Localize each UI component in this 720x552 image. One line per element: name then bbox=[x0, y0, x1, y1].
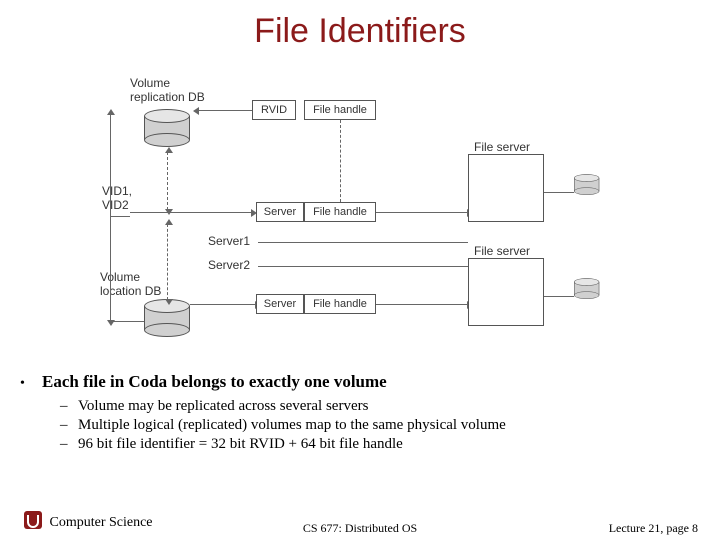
dashed-line bbox=[167, 152, 168, 210]
connector bbox=[198, 110, 252, 111]
bullet-list: Each file in Coda belongs to exactly one… bbox=[20, 372, 700, 455]
connector bbox=[130, 212, 252, 213]
umass-logo-icon bbox=[22, 509, 44, 536]
slide-footer: Computer Science CS 677: Distributed OS … bbox=[22, 509, 698, 536]
label-volume-rep-db: Volume replication DB bbox=[130, 76, 220, 105]
connector bbox=[544, 296, 574, 297]
label-server1: Server1 bbox=[208, 234, 250, 248]
bullet-sub: Volume may be replicated across several … bbox=[60, 398, 700, 415]
connector bbox=[190, 304, 256, 305]
server-box: Server bbox=[256, 202, 304, 222]
connector bbox=[376, 304, 468, 305]
bullet-sub: Multiple logical (replicated) volumes ma… bbox=[60, 417, 700, 434]
footer-course: CS 677: Distributed OS bbox=[303, 521, 417, 536]
connector bbox=[110, 216, 130, 217]
connector bbox=[110, 321, 144, 322]
file-handle-box: File handle bbox=[304, 202, 376, 222]
connector bbox=[110, 216, 111, 321]
file-handle-box: File handle bbox=[304, 100, 376, 120]
diagram: Volume replication DB RVID File handle V… bbox=[100, 74, 640, 344]
label-file-server: File server bbox=[474, 140, 530, 154]
slide-title: File Identifiers bbox=[0, 12, 720, 51]
cylinder-icon bbox=[574, 282, 599, 295]
label-file-server: File server bbox=[474, 244, 530, 258]
file-server-box bbox=[468, 258, 544, 326]
bullet-sub: 96 bit file identifier = 32 bit RVID + 6… bbox=[60, 436, 700, 453]
server-box: Server bbox=[256, 294, 304, 314]
file-handle-box: File handle bbox=[304, 294, 376, 314]
rvid-box: RVID bbox=[252, 100, 296, 120]
file-server-box bbox=[468, 154, 544, 222]
footer-dept: Computer Science bbox=[50, 515, 153, 531]
connector bbox=[376, 212, 468, 213]
connector bbox=[258, 242, 468, 243]
bullet-main: Each file in Coda belongs to exactly one… bbox=[20, 372, 700, 392]
cylinder-icon bbox=[144, 306, 190, 330]
connector bbox=[544, 192, 574, 193]
dashed-line bbox=[340, 120, 341, 202]
label-server2: Server2 bbox=[208, 258, 250, 272]
connector bbox=[258, 266, 468, 267]
label-vid: VID1, VID2 bbox=[102, 184, 132, 213]
cylinder-icon bbox=[574, 178, 599, 191]
footer-lecture: Lecture 21, page 8 bbox=[609, 521, 698, 536]
cylinder-icon bbox=[144, 116, 190, 140]
dashed-line bbox=[167, 224, 168, 300]
